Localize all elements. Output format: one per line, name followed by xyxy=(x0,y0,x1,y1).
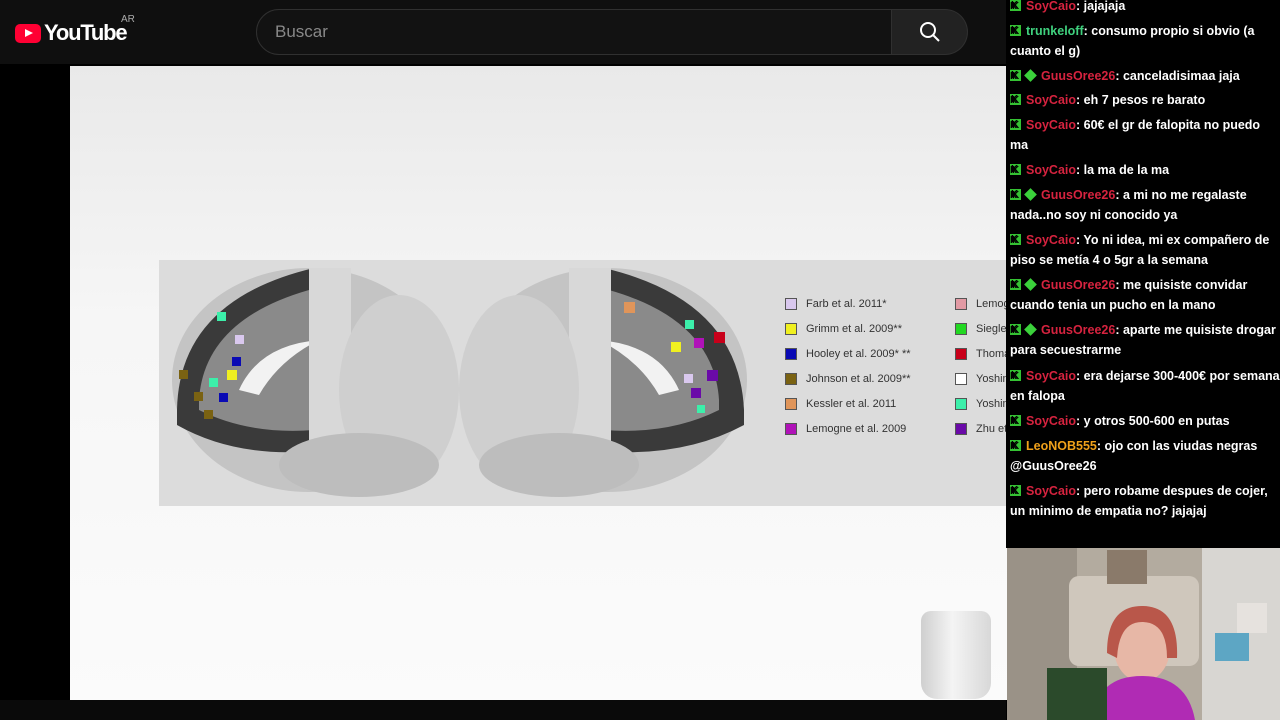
chat-message: GuusOree26: aparte me quisiste drogar pa… xyxy=(1010,320,1280,360)
gem-icon xyxy=(1024,69,1037,82)
chat-username: trunkeloff xyxy=(1026,24,1084,38)
legend-label: Hooley et al. 2009* ** xyxy=(806,348,911,360)
legend-item: Farb et al. 2011* xyxy=(785,298,887,310)
chat-username: SoyCaio xyxy=(1026,118,1077,132)
brain-figure: Farb et al. 2011* Grimm et al. 2009** Ho… xyxy=(159,260,1119,506)
kick-badge-icon xyxy=(1010,230,1021,250)
gem-icon xyxy=(1024,278,1037,291)
gem-icon xyxy=(1024,323,1037,336)
kick-badge-icon xyxy=(1010,160,1021,180)
chat-message: SoyCaio: 60€ el gr de falopita no puedo … xyxy=(1010,115,1280,155)
chat-message: SoyCaio: jajajaja xyxy=(1010,0,1280,16)
chat-text: : jajajaja xyxy=(1076,0,1126,13)
kick-badge-icon xyxy=(1010,366,1021,386)
legend-label: Grimm et al. 2009** xyxy=(806,323,902,335)
legend-label: Johnson et al. 2009** xyxy=(806,373,911,385)
legend-swatch xyxy=(785,398,797,410)
legend-item: Johnson et al. 2009** xyxy=(785,373,911,385)
chat-text: : canceladisimaa jaja xyxy=(1115,69,1240,83)
legend-item: Kessler et al. 2011 xyxy=(785,398,896,410)
legend-swatch xyxy=(955,348,967,360)
kick-badge-icon xyxy=(1010,21,1021,41)
screen: YouTube AR Buscar Farb et al. 2011* Grim… xyxy=(0,0,1280,720)
chat-overlay: SoyCaio: jajajaja trunkeloff: consumo pr… xyxy=(1006,0,1280,548)
kick-badge-icon xyxy=(1010,185,1021,205)
kick-badge-icon xyxy=(1010,481,1021,501)
chat-username: SoyCaio xyxy=(1026,233,1077,247)
legend-item: Siegle xyxy=(955,323,1007,335)
chat-text: : eh 7 pesos re barato xyxy=(1076,93,1206,107)
chat-username: GuusOree26 xyxy=(1041,323,1116,337)
chat-message: GuusOree26: me quisiste convidar cuando … xyxy=(1010,275,1280,315)
kick-badge-icon xyxy=(1010,436,1021,456)
legend-swatch xyxy=(785,348,797,360)
webcam-feed xyxy=(1007,548,1280,720)
kick-badge-icon xyxy=(1010,115,1021,135)
chat-message: SoyCaio: eh 7 pesos re barato xyxy=(1010,90,1280,110)
chat-message: SoyCaio: pero robame despues de cojer, u… xyxy=(1010,481,1280,521)
chat-username: GuusOree26 xyxy=(1041,188,1116,202)
legend-swatch xyxy=(955,298,967,310)
search-button[interactable] xyxy=(892,9,968,55)
legend-label: Kessler et al. 2011 xyxy=(806,398,897,410)
legend-item: Grimm et al. 2009** xyxy=(785,323,902,335)
legend-label: Siegle xyxy=(976,323,1007,335)
search-input[interactable]: Buscar xyxy=(256,9,892,55)
country-code: AR xyxy=(121,14,135,25)
cup-object xyxy=(921,611,991,699)
kick-badge-icon xyxy=(1010,0,1021,16)
legend-label: Farb et al. 2011* xyxy=(806,298,887,310)
kick-badge-icon xyxy=(1010,275,1021,295)
legend-swatch xyxy=(785,298,797,310)
chat-username: GuusOree26 xyxy=(1041,69,1116,83)
brain-illustration xyxy=(172,268,747,497)
legend-item: Lemogne et al. 2009 xyxy=(785,423,906,435)
legend-swatch xyxy=(785,373,797,385)
legend-swatch xyxy=(955,323,967,335)
chat-message: GuusOree26: canceladisimaa jaja xyxy=(1010,66,1280,86)
chat-text: : y otros 500-600 en putas xyxy=(1076,414,1230,428)
chat-username: SoyCaio xyxy=(1026,414,1077,428)
kick-badge-icon xyxy=(1010,66,1021,86)
legend-label: Lemogne et al. 2009 xyxy=(806,423,907,435)
gem-icon xyxy=(1024,188,1037,201)
kick-badge-icon xyxy=(1010,90,1021,110)
youtube-play-icon xyxy=(15,23,41,43)
chat-text: : la ma de la ma xyxy=(1076,163,1170,177)
chat-message: GuusOree26: a mi no me regalaste nada..n… xyxy=(1010,185,1280,225)
chat-username: SoyCaio xyxy=(1026,0,1077,13)
chat-message: SoyCaio: y otros 500-600 en putas xyxy=(1010,411,1280,431)
chat-username: SoyCaio xyxy=(1026,93,1077,107)
chat-username: SoyCaio xyxy=(1026,369,1077,383)
legend-swatch xyxy=(955,373,967,385)
legend-swatch xyxy=(955,398,967,410)
search-icon xyxy=(919,22,940,42)
player-bottom-bar xyxy=(0,700,1006,720)
legend-item: Hooley et al. 2009* ** xyxy=(785,348,911,360)
legend-swatch xyxy=(785,423,797,435)
chat-username: SoyCaio xyxy=(1026,484,1077,498)
webcam-scene xyxy=(1007,548,1280,720)
kick-badge-icon xyxy=(1010,411,1021,431)
kick-badge-icon xyxy=(1010,320,1021,340)
chat-message: SoyCaio: era dejarse 300-400€ por semana… xyxy=(1010,366,1280,406)
youtube-wordmark: YouTube xyxy=(44,20,128,45)
chat-username: LeoNOB555 xyxy=(1026,439,1097,453)
legend-item: Thoma xyxy=(955,348,1010,360)
chat-message: SoyCaio: Yo ni idea, mi ex compañero de … xyxy=(1010,230,1280,270)
chat-message: SoyCaio: la ma de la ma xyxy=(1010,160,1280,180)
chat-username: SoyCaio xyxy=(1026,163,1077,177)
chat-message: trunkeloff: consumo propio si obvio (a c… xyxy=(1010,21,1280,61)
youtube-logo[interactable]: YouTube xyxy=(15,20,128,46)
legend-swatch xyxy=(955,423,967,435)
chat-username: GuusOree26 xyxy=(1041,278,1116,292)
chat-message: LeoNOB555: ojo con las viudas negras @Gu… xyxy=(1010,436,1280,476)
legend-swatch xyxy=(785,323,797,335)
